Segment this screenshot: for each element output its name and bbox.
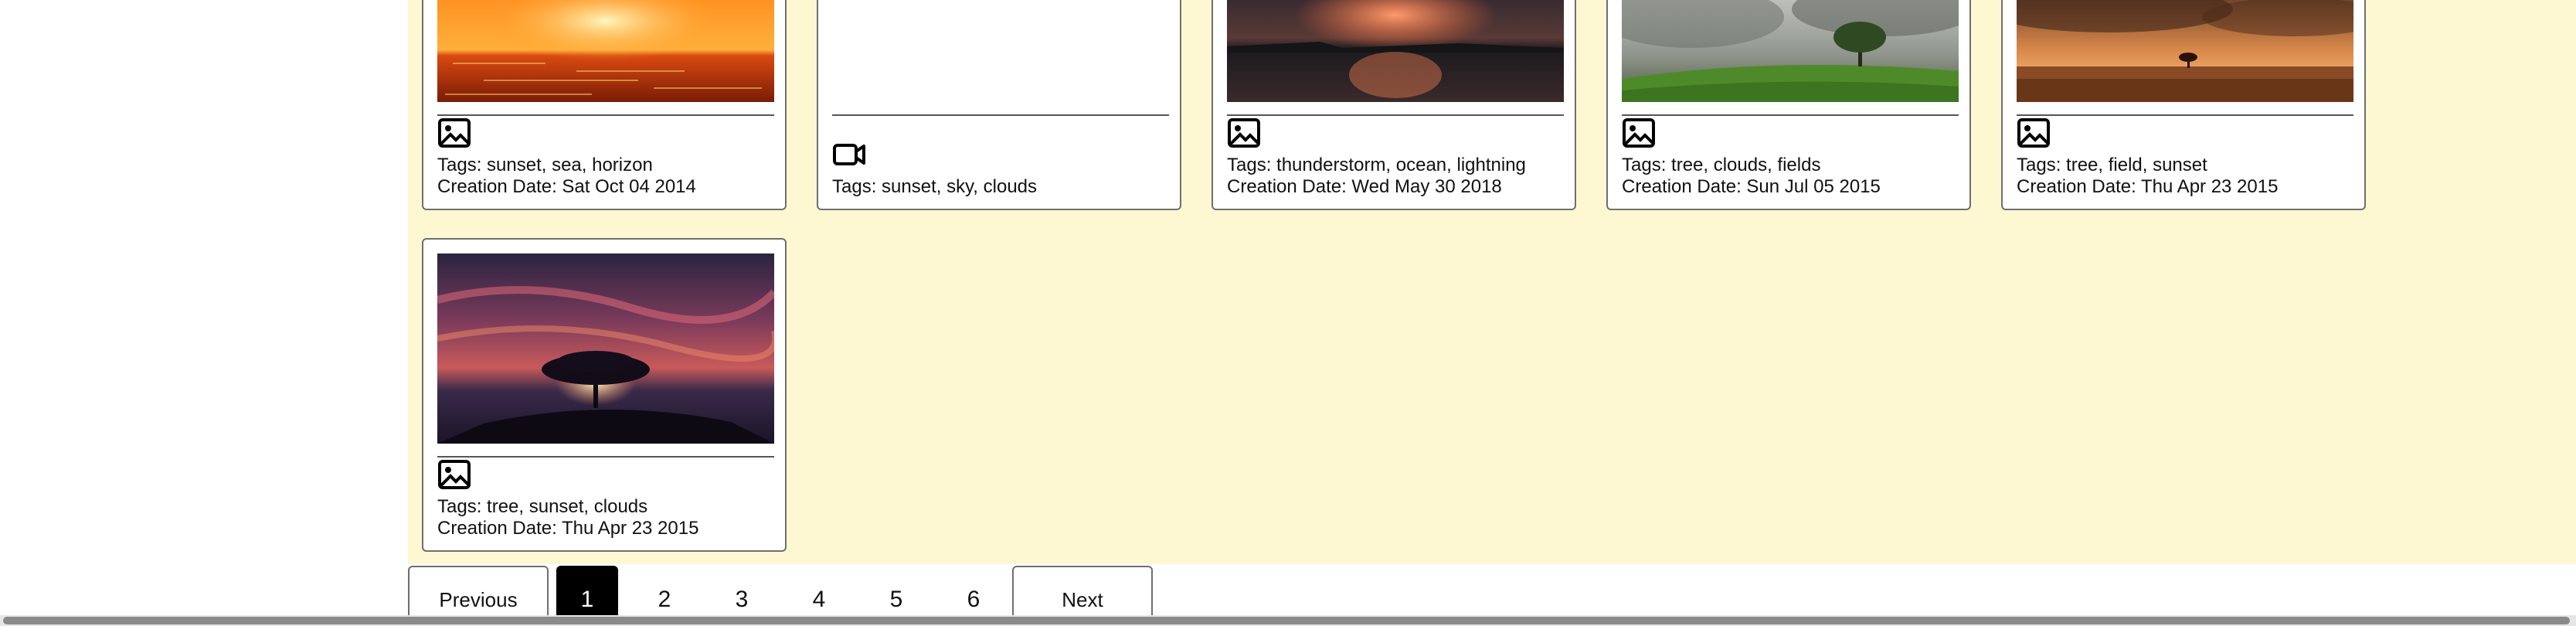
card-divider bbox=[832, 114, 1169, 116]
image-icon bbox=[1227, 117, 1261, 148]
card-divider bbox=[1622, 114, 1959, 116]
card-divider bbox=[437, 456, 774, 458]
scrollbar-thumb[interactable] bbox=[3, 617, 2570, 624]
card-tags: Tags: sunset, sky, clouds bbox=[832, 176, 1038, 197]
image-icon bbox=[437, 117, 471, 148]
card-tags: Tags: sunset, sea, horizon bbox=[437, 155, 653, 175]
media-card[interactable]: Tags: tree, field, sunset Creation Date:… bbox=[2001, 0, 2366, 210]
image-icon bbox=[437, 459, 471, 490]
card-tags: Tags: tree, clouds, fields bbox=[1622, 155, 1821, 175]
card-tags: Tags: tree, field, sunset bbox=[2017, 155, 2207, 175]
card-creation-date: Creation Date: Wed May 30 2018 bbox=[1227, 176, 1502, 197]
card-creation-date: Creation Date: Sat Oct 04 2014 bbox=[437, 176, 696, 197]
media-thumbnail[interactable] bbox=[2017, 0, 2353, 102]
horizontal-scrollbar[interactable] bbox=[0, 615, 2576, 626]
card-divider bbox=[437, 114, 774, 116]
media-thumbnail[interactable] bbox=[1227, 0, 1564, 102]
card-tags: Tags: tree, sunset, clouds bbox=[437, 496, 648, 517]
media-thumbnail[interactable] bbox=[437, 0, 774, 102]
media-thumbnail[interactable] bbox=[1622, 0, 1959, 102]
card-divider bbox=[2017, 114, 2353, 116]
media-thumbnail[interactable] bbox=[437, 253, 774, 444]
video-camera-icon bbox=[832, 139, 866, 170]
media-card[interactable]: Tags: sunset, sea, horizon Creation Date… bbox=[422, 0, 787, 210]
card-creation-date: Creation Date: Sun Jul 05 2015 bbox=[1622, 176, 1881, 197]
card-tags: Tags: thunderstorm, ocean, lightning bbox=[1227, 155, 1526, 175]
image-icon bbox=[1622, 117, 1656, 148]
page: Tags: sunset, sea, horizon Creation Date… bbox=[0, 0, 2576, 626]
card-creation-date: Creation Date: Thu Apr 23 2015 bbox=[2017, 176, 2279, 197]
media-card[interactable]: Tags: sunset, sky, clouds bbox=[817, 0, 1181, 210]
media-card[interactable]: Tags: thunderstorm, ocean, lightning Cre… bbox=[1212, 0, 1576, 210]
media-card[interactable]: Tags: tree, sunset, clouds Creation Date… bbox=[422, 238, 787, 552]
image-icon bbox=[2017, 117, 2051, 148]
card-creation-date: Creation Date: Thu Apr 23 2015 bbox=[437, 518, 699, 539]
card-divider bbox=[1227, 114, 1564, 116]
media-gallery: Tags: sunset, sea, horizon Creation Date… bbox=[408, 0, 2576, 564]
media-card[interactable]: Tags: tree, clouds, fields Creation Date… bbox=[1606, 0, 1971, 210]
